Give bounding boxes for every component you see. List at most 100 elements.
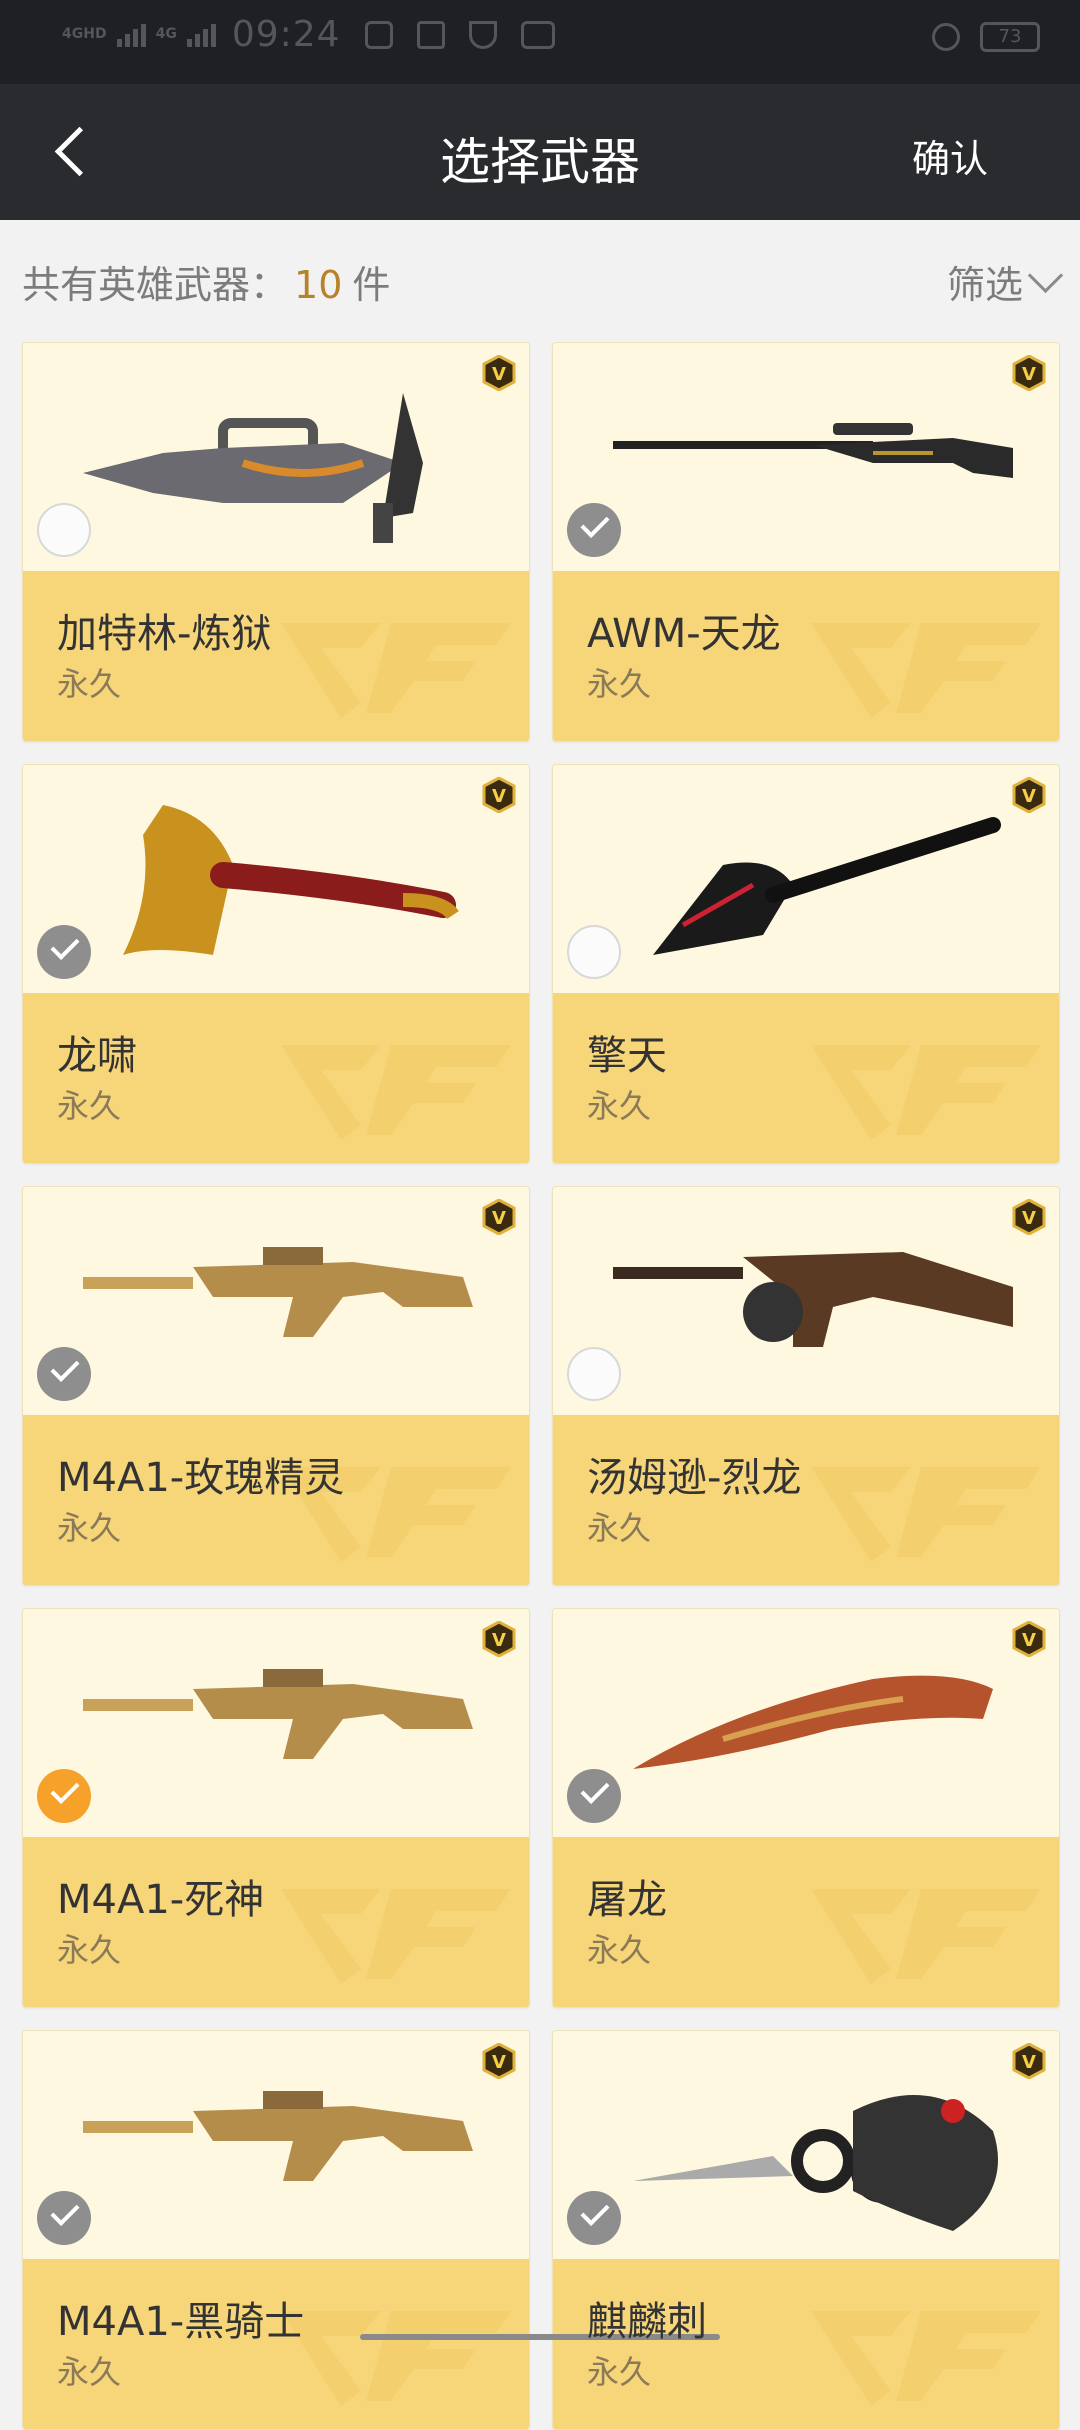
select-checkbox[interactable] bbox=[567, 503, 621, 557]
svg-text:V: V bbox=[492, 1630, 506, 1651]
weapon-name: 屠龙 bbox=[587, 1877, 667, 1923]
select-checkbox[interactable] bbox=[37, 925, 91, 979]
weapon-count: 共有英雄武器： 10 件 bbox=[22, 254, 390, 309]
cf-logo-watermark-icon bbox=[281, 1045, 511, 1140]
weapon-duration: 永久 bbox=[587, 1087, 652, 1125]
alarm-icon bbox=[932, 23, 960, 51]
vip-badge-icon: V bbox=[481, 1620, 517, 1658]
select-checkbox[interactable] bbox=[37, 503, 91, 557]
signal-icon-2 bbox=[186, 23, 216, 47]
weapon-info: 加特林-炼狱 永久 bbox=[23, 571, 529, 741]
svg-text:V: V bbox=[492, 364, 506, 385]
vip-badge-icon: V bbox=[1011, 354, 1047, 392]
count-label: 共有英雄武器： bbox=[22, 263, 289, 307]
nav-bar: 选择武器 确认 bbox=[0, 84, 1080, 220]
select-checkbox[interactable] bbox=[37, 1769, 91, 1823]
weapon-info: 龙啸 永久 bbox=[23, 993, 529, 1163]
weapon-image-area bbox=[553, 765, 1059, 993]
network-indicator: 4GHD bbox=[62, 27, 107, 42]
weapon-duration: 永久 bbox=[57, 1509, 122, 1547]
status-bar: 4GHD 4G 09:24 73 bbox=[0, 0, 1080, 84]
weapon-duration: 永久 bbox=[57, 1931, 122, 1969]
weapon-card[interactable]: V M4A1-死神 永久 bbox=[22, 1608, 530, 2008]
filter-button[interactable]: 筛选 bbox=[947, 254, 1064, 309]
knuckle-knife-icon bbox=[633, 2095, 998, 2231]
cf-logo-watermark-icon bbox=[281, 1889, 511, 1984]
confirm-button[interactable]: 确认 bbox=[912, 128, 988, 183]
weapon-name: M4A1-玫瑰精灵 bbox=[57, 1455, 345, 1501]
network-label-2: 4G bbox=[155, 26, 177, 42]
cf-logo-watermark-icon bbox=[811, 2311, 1041, 2406]
weapon-card[interactable]: V 擎天永久 bbox=[552, 764, 1060, 1164]
axe-icon bbox=[123, 805, 459, 955]
weapon-duration: 永久 bbox=[57, 2353, 122, 2391]
svg-text:V: V bbox=[1022, 786, 1036, 807]
signal-icon bbox=[116, 23, 146, 47]
telegram-icon bbox=[416, 20, 445, 49]
weapon-image-area bbox=[553, 1609, 1059, 1837]
svg-text:V: V bbox=[492, 786, 506, 807]
sniper-rifle-icon bbox=[613, 423, 1013, 478]
vip-badge-icon: V bbox=[1011, 2042, 1047, 2080]
cf-logo-watermark-icon bbox=[811, 1045, 1041, 1140]
clock: 09:24 bbox=[231, 14, 341, 55]
weapon-image-area bbox=[23, 765, 529, 993]
weapon-info: M4A1-死神 永久 bbox=[23, 1837, 529, 2007]
cf-logo-watermark-icon bbox=[811, 1467, 1041, 1562]
weapon-name: 龙啸 bbox=[57, 1033, 137, 1079]
svg-text:V: V bbox=[1022, 1208, 1036, 1229]
select-checkbox[interactable] bbox=[567, 2191, 621, 2245]
weapon-info: M4A1-玫瑰精灵永久 bbox=[23, 1415, 529, 1585]
select-checkbox[interactable] bbox=[37, 1347, 91, 1401]
select-checkbox[interactable] bbox=[567, 1769, 621, 1823]
weapon-card[interactable]: V 麒麟刺 永久 bbox=[552, 2030, 1060, 2430]
weapon-image-area bbox=[553, 1187, 1059, 1415]
weapon-card[interactable]: V M4A1-玫瑰精灵 永久 bbox=[22, 1186, 530, 1586]
summary-bar: 共有英雄武器： 10 件 筛选 bbox=[0, 220, 1080, 340]
vip-badge-icon: V bbox=[1011, 776, 1047, 814]
cf-logo-watermark-icon bbox=[281, 2311, 511, 2406]
weapon-duration: 永久 bbox=[587, 1509, 652, 1547]
select-checkbox[interactable] bbox=[567, 925, 621, 979]
cf-logo-watermark-icon bbox=[281, 623, 511, 718]
weapon-card[interactable]: V M4A1-黑骑士 永久 bbox=[22, 2030, 530, 2430]
svg-text:V: V bbox=[492, 2052, 506, 2073]
weapon-card[interactable]: V AWM-天龙永久 bbox=[552, 342, 1060, 742]
shovel-icon bbox=[653, 817, 1001, 955]
weapon-image-area bbox=[553, 2031, 1059, 2259]
weapon-card[interactable]: V 屠龙永久 bbox=[552, 1608, 1060, 2008]
vip-badge-icon: V bbox=[481, 2042, 517, 2080]
weapon-duration: 永久 bbox=[587, 665, 652, 703]
vip-badge-icon: V bbox=[1011, 1620, 1047, 1658]
vip-badge-icon: V bbox=[1011, 1198, 1047, 1236]
weapon-image-area bbox=[23, 1609, 529, 1837]
svg-text:V: V bbox=[1022, 1630, 1036, 1651]
svg-text:V: V bbox=[1022, 2052, 1036, 2073]
tommy-gun-icon bbox=[613, 1252, 1013, 1347]
cf-logo-watermark-icon bbox=[811, 1889, 1041, 1984]
weapon-name: 擎天 bbox=[587, 1033, 667, 1079]
weapon-name: AWM-天龙 bbox=[587, 611, 781, 657]
machete-icon bbox=[633, 1675, 993, 1769]
gatling-gun-icon bbox=[83, 393, 423, 543]
weapon-info: 汤姆逊-烈龙 永久 bbox=[553, 1415, 1059, 1585]
weapon-card[interactable]: V 龙啸永久 bbox=[22, 764, 530, 1164]
weapon-image-area bbox=[23, 2031, 529, 2259]
weapon-duration: 永久 bbox=[587, 1931, 652, 1969]
count-unit: 件 bbox=[352, 263, 391, 307]
count-number: 10 bbox=[294, 263, 343, 307]
select-checkbox[interactable] bbox=[37, 2191, 91, 2245]
gallery-icon bbox=[364, 20, 393, 49]
weapon-image-area bbox=[23, 1187, 529, 1415]
vip-badge-icon: V bbox=[481, 776, 517, 814]
weapon-info: 屠龙 永久 bbox=[553, 1837, 1059, 2007]
weapon-info: 擎天 永久 bbox=[553, 993, 1059, 1163]
select-checkbox[interactable] bbox=[567, 1347, 621, 1401]
weapon-info: 麒麟刺 永久 bbox=[553, 2259, 1059, 2429]
chevron-down-icon bbox=[1027, 257, 1064, 294]
weapon-duration: 永久 bbox=[57, 1087, 122, 1125]
weapon-image-area bbox=[23, 343, 529, 571]
weapon-duration: 永久 bbox=[57, 665, 122, 703]
weapon-card[interactable]: V 汤姆逊-烈龙 永久 bbox=[552, 1186, 1060, 1586]
weapon-card[interactable]: V 加特林-炼狱 永久 bbox=[22, 342, 530, 742]
